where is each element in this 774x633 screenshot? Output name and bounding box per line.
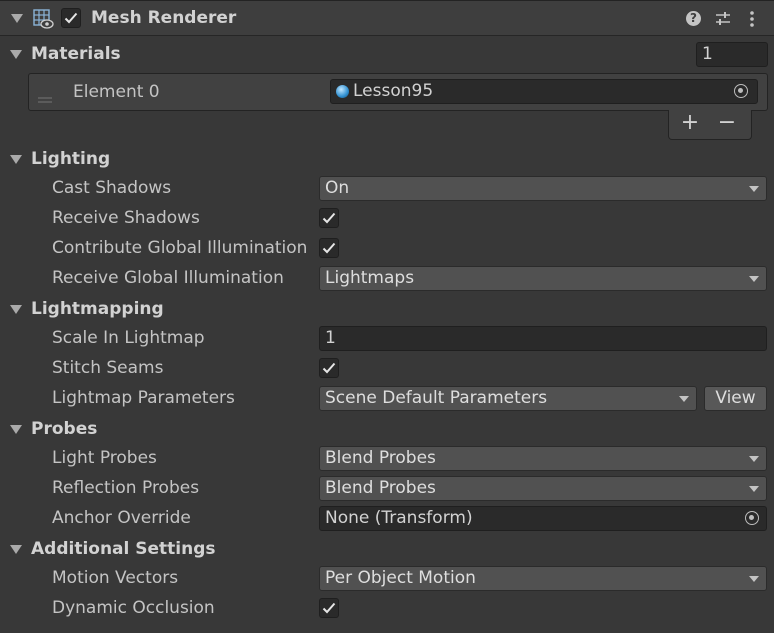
dropdown-arrow-icon — [749, 186, 759, 192]
cast-shadows-dropdown[interactable]: On — [319, 176, 767, 201]
lightmapping-label: Lightmapping — [31, 299, 164, 319]
lighting-label: Lighting — [31, 149, 111, 169]
lighting-foldout-icon[interactable] — [10, 155, 22, 164]
lightmapping-foldout-icon[interactable] — [10, 305, 22, 314]
scale-in-lightmap-label: Scale In Lightmap — [52, 328, 205, 348]
preset-icon[interactable] — [714, 10, 732, 28]
motion-vectors-value: Per Object Motion — [325, 568, 476, 588]
receive-gi-label: Receive Global Illumination — [52, 268, 284, 288]
lightmap-parameters-dropdown[interactable]: Scene Default Parameters — [319, 386, 697, 411]
reflection-probes-label: Reflection Probes — [52, 478, 200, 498]
materials-size-field[interactable]: 1 — [696, 42, 768, 67]
cast-shadows-value: On — [325, 178, 350, 198]
material-element-field[interactable]: Lesson95 — [330, 79, 758, 104]
material-icon — [336, 85, 349, 98]
dropdown-arrow-icon — [679, 396, 689, 402]
probes-foldout-icon[interactable] — [10, 425, 22, 434]
anchor-override-label: Anchor Override — [52, 508, 191, 528]
checkmark-icon — [322, 242, 336, 254]
light-probes-value: Blend Probes — [325, 448, 436, 468]
dropdown-arrow-icon — [749, 576, 759, 582]
materials-label: Materials — [31, 44, 121, 64]
reflection-probes-dropdown[interactable]: Blend Probes — [319, 476, 767, 501]
help-icon[interactable]: ? — [686, 11, 701, 26]
dynamic-occlusion-label: Dynamic Occlusion — [52, 598, 215, 618]
component-title: Mesh Renderer — [91, 8, 237, 28]
object-picker-icon[interactable] — [734, 84, 748, 98]
cast-shadows-label: Cast Shadows — [52, 178, 172, 198]
checkmark-icon — [322, 602, 336, 614]
light-probes-label: Light Probes — [52, 448, 157, 468]
receive-shadows-checkbox[interactable] — [319, 208, 339, 228]
dropdown-arrow-icon — [749, 276, 759, 282]
drag-handle-icon[interactable] — [38, 88, 52, 103]
dynamic-occlusion-checkbox[interactable] — [319, 598, 339, 618]
checkmark-icon — [322, 362, 336, 374]
motion-vectors-label: Motion Vectors — [52, 568, 179, 588]
receive-shadows-label: Receive Shadows — [52, 208, 200, 228]
lightmap-parameters-label: Lightmap Parameters — [52, 388, 235, 408]
element-0-label: Element 0 — [73, 82, 160, 102]
anchor-override-value: None (Transform) — [325, 508, 473, 528]
motion-vectors-dropdown[interactable]: Per Object Motion — [319, 566, 767, 591]
dropdown-arrow-icon — [749, 456, 759, 462]
checkmark-icon — [64, 12, 78, 24]
component-enabled-checkbox[interactable] — [61, 8, 81, 28]
dropdown-arrow-icon — [749, 486, 759, 492]
lightmap-parameters-value: Scene Default Parameters — [325, 388, 548, 408]
materials-foldout-icon[interactable] — [10, 50, 22, 59]
contribute-gi-label: Contribute Global Illumination — [52, 238, 308, 258]
material-element-value: Lesson95 — [353, 81, 434, 101]
additional-settings-foldout-icon[interactable] — [10, 545, 22, 554]
reflection-probes-value: Blend Probes — [325, 478, 436, 498]
additional-settings-label: Additional Settings — [31, 539, 216, 559]
object-picker-icon[interactable] — [745, 511, 759, 525]
receive-gi-value: Lightmaps — [325, 268, 415, 288]
component-header: Mesh Renderer ? — [0, 0, 774, 36]
anchor-override-field[interactable]: None (Transform) — [319, 506, 767, 531]
stitch-seams-checkbox[interactable] — [319, 358, 339, 378]
probes-label: Probes — [31, 419, 98, 439]
view-button[interactable]: View — [704, 386, 767, 411]
scale-in-lightmap-field[interactable]: 1 — [319, 326, 767, 351]
remove-element-button[interactable]: − — [717, 110, 737, 135]
contribute-gi-checkbox[interactable] — [319, 238, 339, 258]
stitch-seams-label: Stitch Seams — [52, 358, 164, 378]
kebab-menu-icon[interactable] — [749, 10, 755, 28]
checkmark-icon — [322, 212, 336, 224]
component-foldout-icon[interactable] — [11, 14, 23, 23]
receive-gi-dropdown[interactable]: Lightmaps — [319, 266, 767, 291]
light-probes-dropdown[interactable]: Blend Probes — [319, 446, 767, 471]
mesh-renderer-icon — [32, 8, 54, 30]
add-element-button[interactable]: + — [680, 110, 700, 135]
